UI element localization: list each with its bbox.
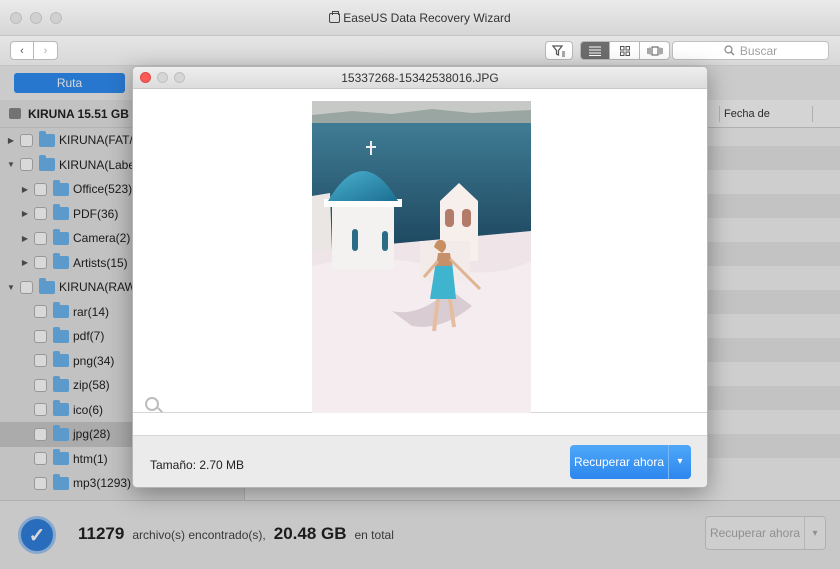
app-logo-icon [329,11,341,23]
list-view-icon [589,45,601,56]
search-icon [724,45,735,56]
preview-recover-now-button[interactable]: Recuperar ahora ▾ [570,445,691,479]
forward-button[interactable]: › [34,41,58,60]
preview-recover-now-label: Recuperar ahora [570,445,669,479]
cover-flow-button[interactable] [640,41,670,60]
back-button[interactable]: ‹ [10,41,34,60]
filter-icon [552,44,565,56]
search-field[interactable]: Buscar [672,41,829,60]
window-title: EaseUS Data Recovery Wizard [0,11,840,25]
preview-footer: Tamaño: 2.70 MB Recuperar ahora ▾ [133,435,707,487]
preview-titlebar: 15337268-15342538016.JPG [133,67,707,89]
window-title-text: EaseUS Data Recovery Wizard [343,11,511,25]
search-placeholder: Buscar [739,43,778,58]
nav-buttons: ‹ › [10,41,58,60]
window-titlebar: EaseUS Data Recovery Wizard [0,0,840,36]
preview-filename: 15337268-15342538016.JPG [341,71,499,85]
chevron-down-icon[interactable]: ▾ [669,445,691,479]
preview-photo-santorini [312,101,531,413]
view-mode-group [580,41,670,60]
filter-button[interactable] [545,41,573,60]
preview-area [133,89,707,413]
file-size-label: Tamaño: 2.70 MB [150,458,245,472]
preview-image [312,101,531,413]
grid-view-icon [619,45,630,56]
zoom-icon[interactable] [145,397,159,411]
preview-window: 15337268-15342538016.JPG Tamaño: 2.70 MB… [132,66,708,488]
toolbar: ‹ › Buscar [0,36,840,66]
grid-view-button[interactable] [610,41,640,60]
cover-flow-icon [647,46,662,55]
list-view-button[interactable] [580,41,610,60]
